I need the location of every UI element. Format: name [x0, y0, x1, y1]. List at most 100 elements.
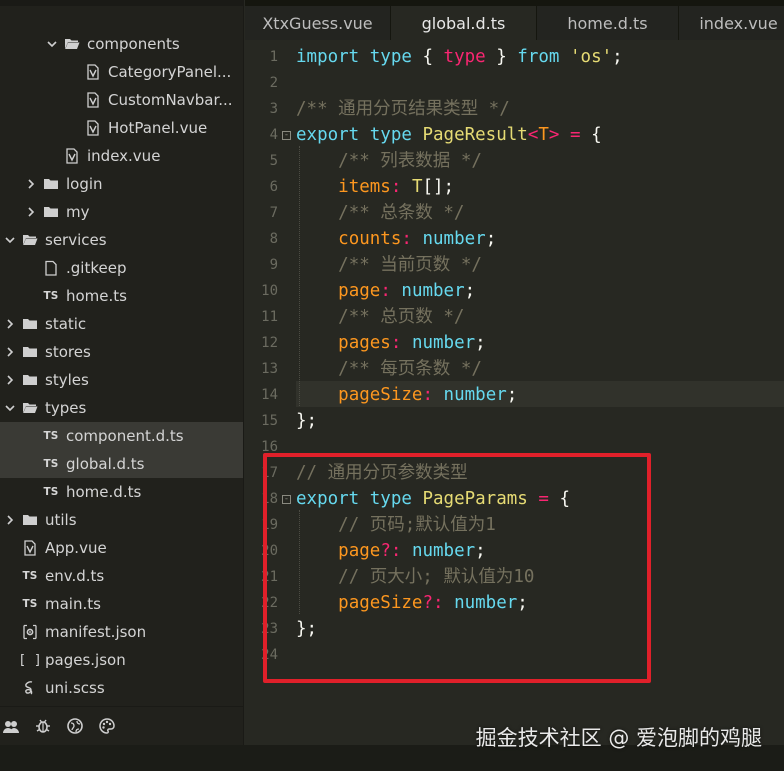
- code-token: import: [296, 47, 360, 67]
- chevron-right-icon[interactable]: [25, 206, 37, 218]
- tree-item-label: CustomNavbar...: [108, 91, 233, 109]
- file-item[interactable]: HotPanel.vue: [0, 114, 243, 142]
- code-line: /** 每页条数 */: [296, 356, 482, 382]
- chevron-down-icon[interactable]: [4, 402, 16, 414]
- code-token: type: [443, 47, 486, 67]
- chevron-right-icon[interactable]: [4, 514, 16, 526]
- code-token: <: [527, 125, 539, 145]
- code-token: export: [296, 489, 360, 509]
- fold-toggle-icon[interactable]: -: [282, 131, 291, 140]
- line-number: 17: [261, 465, 278, 481]
- code-token: page: [338, 541, 381, 561]
- tree-item-label: component.d.ts: [66, 427, 184, 445]
- tab-index-vue[interactable]: index.vue: [679, 6, 784, 40]
- tree-item-label: stores: [45, 343, 91, 361]
- line-number: 10: [261, 283, 278, 299]
- code-token: // 通用分页参数类型: [296, 463, 468, 483]
- folder-open-icon: [22, 400, 38, 416]
- line-number: 3: [269, 101, 278, 117]
- folder-item[interactable]: static: [0, 310, 243, 338]
- chevron-right-icon[interactable]: [4, 346, 16, 358]
- file-item[interactable]: TS global.d.ts: [0, 450, 243, 478]
- folder-open-icon: [64, 36, 80, 52]
- file-item[interactable]: TS home.d.ts: [0, 478, 243, 506]
- folder-item[interactable]: utils: [0, 506, 243, 534]
- file-item[interactable]: [ ] pages.json: [0, 646, 243, 674]
- line-number: 12: [261, 335, 278, 351]
- chevron-right-icon[interactable]: [4, 318, 16, 330]
- folder-item[interactable]: login: [0, 170, 243, 198]
- tab-xtxguess[interactable]: XtxGuess.vue: [245, 6, 391, 40]
- line-number: 6: [269, 179, 278, 195]
- code-token: >: [548, 125, 560, 145]
- file-item[interactable]: App.vue: [0, 534, 243, 562]
- tab-global-d-ts[interactable]: global.d.ts: [391, 6, 537, 40]
- file-item[interactable]: manifest.json: [0, 618, 243, 646]
- code-token: pages: [338, 333, 391, 353]
- file-item[interactable]: TS component.d.ts: [0, 422, 243, 450]
- palette-icon[interactable]: [98, 717, 116, 735]
- folder-item[interactable]: components: [0, 30, 243, 58]
- tree-item-label: services: [45, 231, 107, 249]
- folder-icon: [22, 344, 38, 360]
- ts-file-icon: TS: [22, 570, 38, 582]
- debug-bug-icon[interactable]: [34, 717, 52, 735]
- tree-item-label: .gitkeep: [66, 259, 127, 277]
- code-line: /** 通用分页结果类型 */: [296, 96, 510, 122]
- code-token: ;: [475, 541, 486, 561]
- file-item[interactable]: CategoryPanel...: [0, 58, 243, 86]
- team-icon[interactable]: [2, 717, 20, 735]
- code-line: /** 总条数 */: [296, 200, 464, 226]
- chevron-down-icon[interactable]: [46, 38, 58, 50]
- folder-item[interactable]: services: [0, 226, 243, 254]
- line-number: 21: [261, 569, 278, 585]
- folder-icon: [43, 176, 59, 192]
- tree-item-label: CategoryPanel...: [108, 63, 232, 81]
- fold-toggle-icon[interactable]: -: [282, 495, 291, 504]
- code-line: counts: number;: [296, 226, 496, 252]
- file-item[interactable]: index.vue: [0, 142, 243, 170]
- code-token: /** 总条数 */: [338, 203, 465, 223]
- globe-icon[interactable]: [66, 717, 84, 735]
- line-number: 18: [261, 491, 278, 507]
- code-token: type: [369, 125, 412, 145]
- code-token: ?:: [380, 541, 402, 561]
- json-settings-icon: [22, 624, 38, 640]
- code-token: from: [517, 47, 560, 67]
- folder-item[interactable]: stores: [0, 338, 243, 366]
- chevron-right-icon[interactable]: [25, 178, 37, 190]
- folder-item[interactable]: styles: [0, 366, 243, 394]
- code-token: T: [538, 125, 549, 145]
- code-editor[interactable]: 1 2 3 4 5 6 7 8 9 10 11 12 13 14 15 16 17 18 19 20 21 22 23 24-…: [245, 40, 784, 745]
- code-line: export type PageResult<T> = {: [296, 122, 602, 148]
- line-number: 13: [261, 361, 278, 377]
- code-token: ;: [475, 333, 486, 353]
- file-item[interactable]: TS env.d.ts: [0, 562, 243, 590]
- file-item[interactable]: .gitkeep: [0, 254, 243, 282]
- chevron-down-icon[interactable]: [4, 234, 16, 246]
- file-item[interactable]: uni.scss: [0, 674, 243, 702]
- folder-item[interactable]: types: [0, 394, 243, 422]
- folder-item[interactable]: my: [0, 198, 243, 226]
- file-item[interactable]: TS main.ts: [0, 590, 243, 618]
- code-token: /** 通用分页结果类型 */: [296, 99, 510, 119]
- line-number: 23: [261, 621, 278, 637]
- tab-home-d-ts[interactable]: home.d.ts: [537, 6, 679, 40]
- file-item[interactable]: CustomNavbar...: [0, 86, 243, 114]
- chevron-right-icon[interactable]: [4, 374, 16, 386]
- file-item[interactable]: TS home.ts: [0, 282, 243, 310]
